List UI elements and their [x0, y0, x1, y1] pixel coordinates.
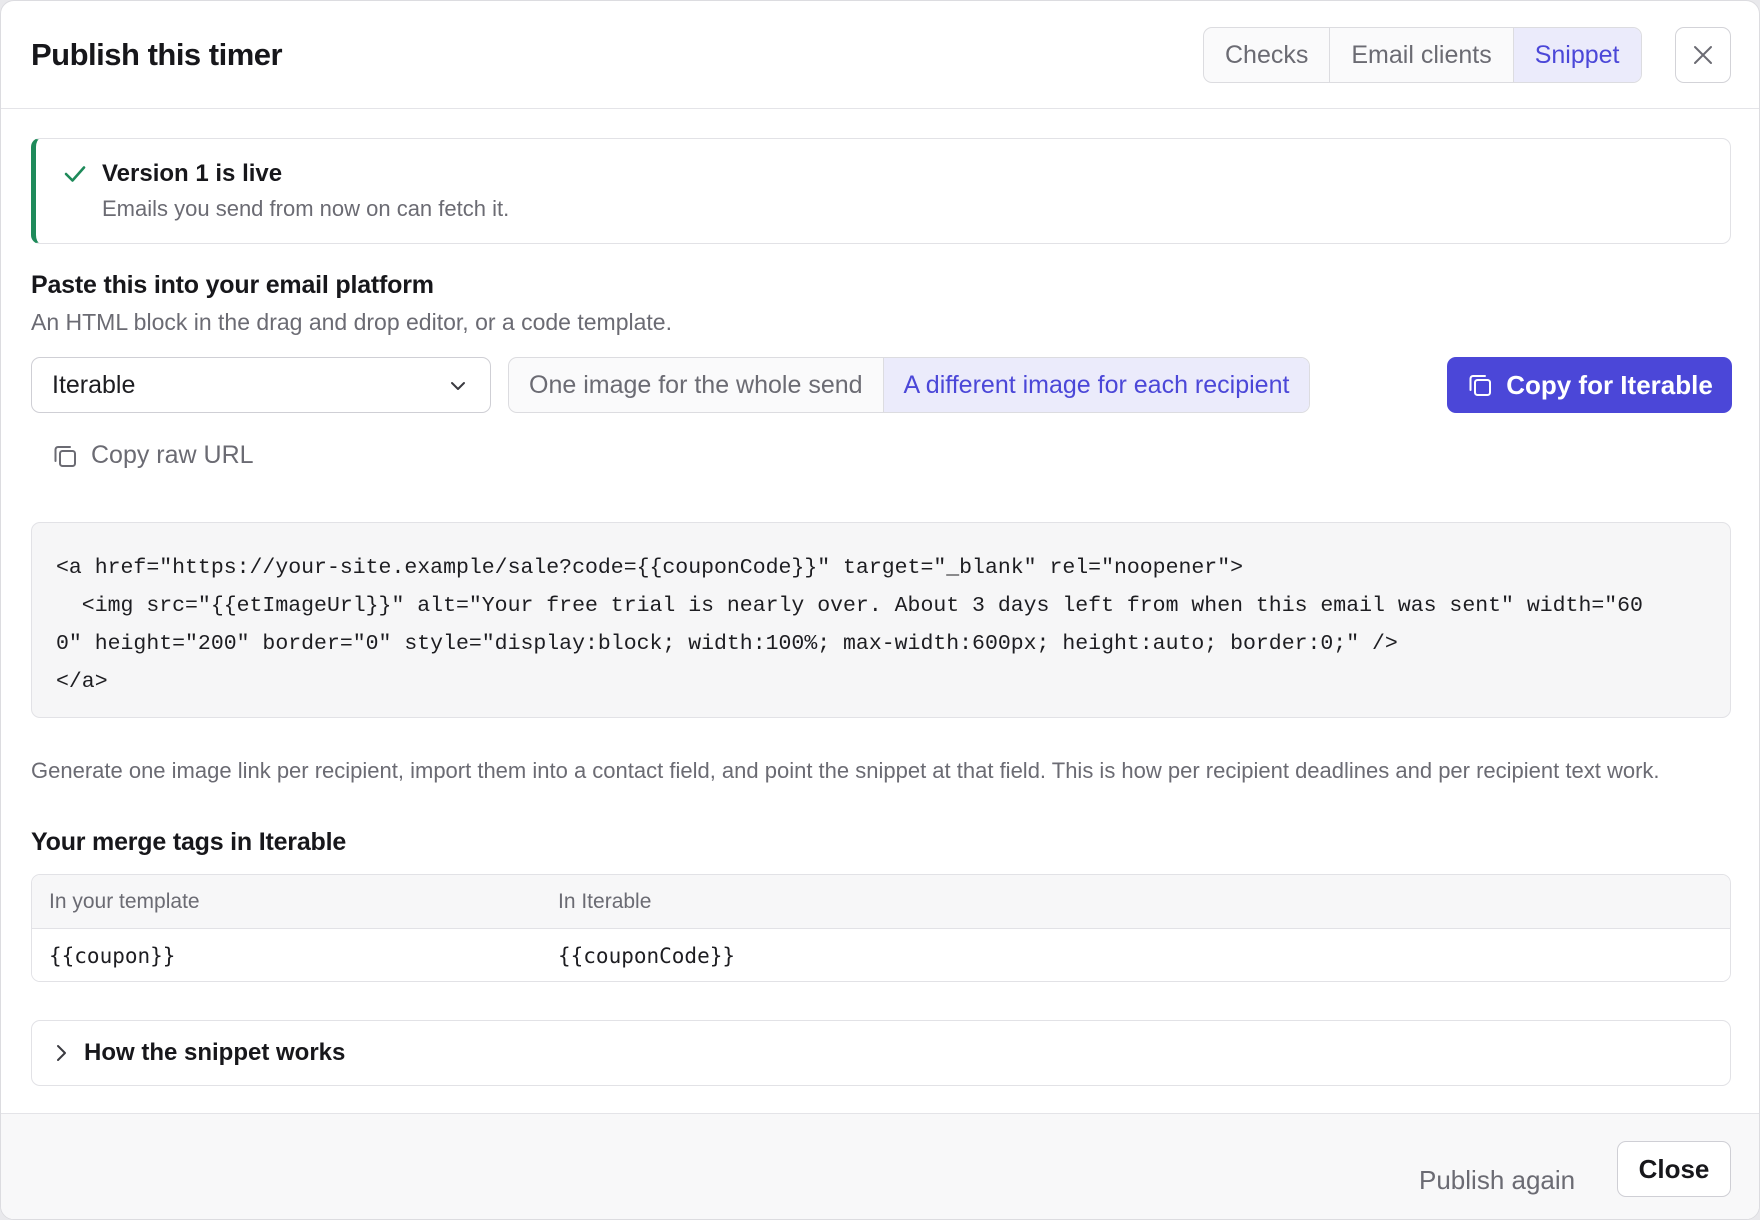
copy-for-platform-label: Copy for Iterable: [1506, 369, 1713, 400]
image-mode-toggle: One image for the whole send A different…: [508, 357, 1311, 413]
platform-select[interactable]: Iterable: [31, 357, 491, 413]
copy-for-platform-button[interactable]: Copy for Iterable: [1447, 357, 1732, 413]
how-snippet-works-disclosure[interactable]: How the snippet works: [31, 1020, 1731, 1086]
table-row: {{coupon}} {{couponCode}}: [32, 929, 1730, 981]
platform-select-value: Iterable: [52, 370, 136, 399]
tab-email-clients[interactable]: Email clients: [1330, 28, 1514, 82]
chevron-down-icon: [451, 382, 465, 390]
paste-heading: Paste this into your email platform: [31, 271, 434, 299]
per-recipient-note: Generate one image link per recipient, i…: [31, 758, 1660, 783]
mode-one-image[interactable]: One image for the whole send: [509, 358, 884, 412]
live-banner: Version 1 is live Emails you send from n…: [31, 138, 1731, 244]
chevron-right-icon: [57, 1045, 66, 1061]
template-tag-cell: {{coupon}}: [49, 943, 176, 968]
platform-tag-cell: {{couponCode}}: [558, 943, 736, 968]
merge-tags-table: In your template In Iterable {{coupon}} …: [31, 874, 1731, 982]
close-icon: [1694, 46, 1712, 64]
code-line: </a>: [56, 670, 108, 694]
check-icon: [64, 166, 86, 182]
disclosure-label: How the snippet works: [84, 1039, 346, 1066]
dialog-footer: Publish again Close: [1, 1113, 1759, 1219]
column-header: In your template: [49, 889, 200, 913]
table-header: In your template In Iterable: [32, 875, 1730, 929]
column-header: In Iterable: [558, 889, 652, 913]
tab-bar: Checks Email clients Snippet: [1203, 27, 1642, 83]
publish-dialog: Publish this timer Checks Email clients …: [0, 0, 1760, 1220]
dialog-header: Publish this timer Checks Email clients …: [1, 1, 1759, 109]
publish-again-button[interactable]: Publish again: [1401, 1152, 1593, 1208]
code-line: 0" height="200" border="0" style="displa…: [56, 632, 1398, 656]
code-line: <img src="{{etImageUrl}}" alt="Your free…: [56, 594, 1643, 618]
code-line: <a href="https://your-site.example/sale?…: [56, 556, 1243, 580]
close-button[interactable]: Close: [1617, 1141, 1731, 1197]
copy-icon: [1469, 375, 1492, 396]
mode-per-recipient[interactable]: A different image for each recipient: [883, 358, 1310, 412]
paste-subheading: An HTML block in the drag and drop edito…: [31, 309, 672, 335]
tab-checks[interactable]: Checks: [1204, 28, 1331, 82]
tab-snippet[interactable]: Snippet: [1513, 28, 1641, 82]
code-snippet[interactable]: <a href="https://your-site.example/sale?…: [31, 522, 1731, 718]
banner-title: Version 1 is live: [102, 160, 283, 187]
copy-raw-url-button[interactable]: Copy raw URL: [51, 441, 254, 470]
merge-tags-heading: Your merge tags in Iterable: [31, 828, 347, 856]
close-dialog-button[interactable]: [1675, 27, 1731, 83]
banner-subtitle: Emails you send from now on can fetch it…: [102, 196, 510, 221]
copy-icon: [54, 445, 76, 467]
copy-raw-url-label: Copy raw URL: [91, 441, 254, 469]
dialog-title: Publish this timer: [31, 37, 283, 72]
